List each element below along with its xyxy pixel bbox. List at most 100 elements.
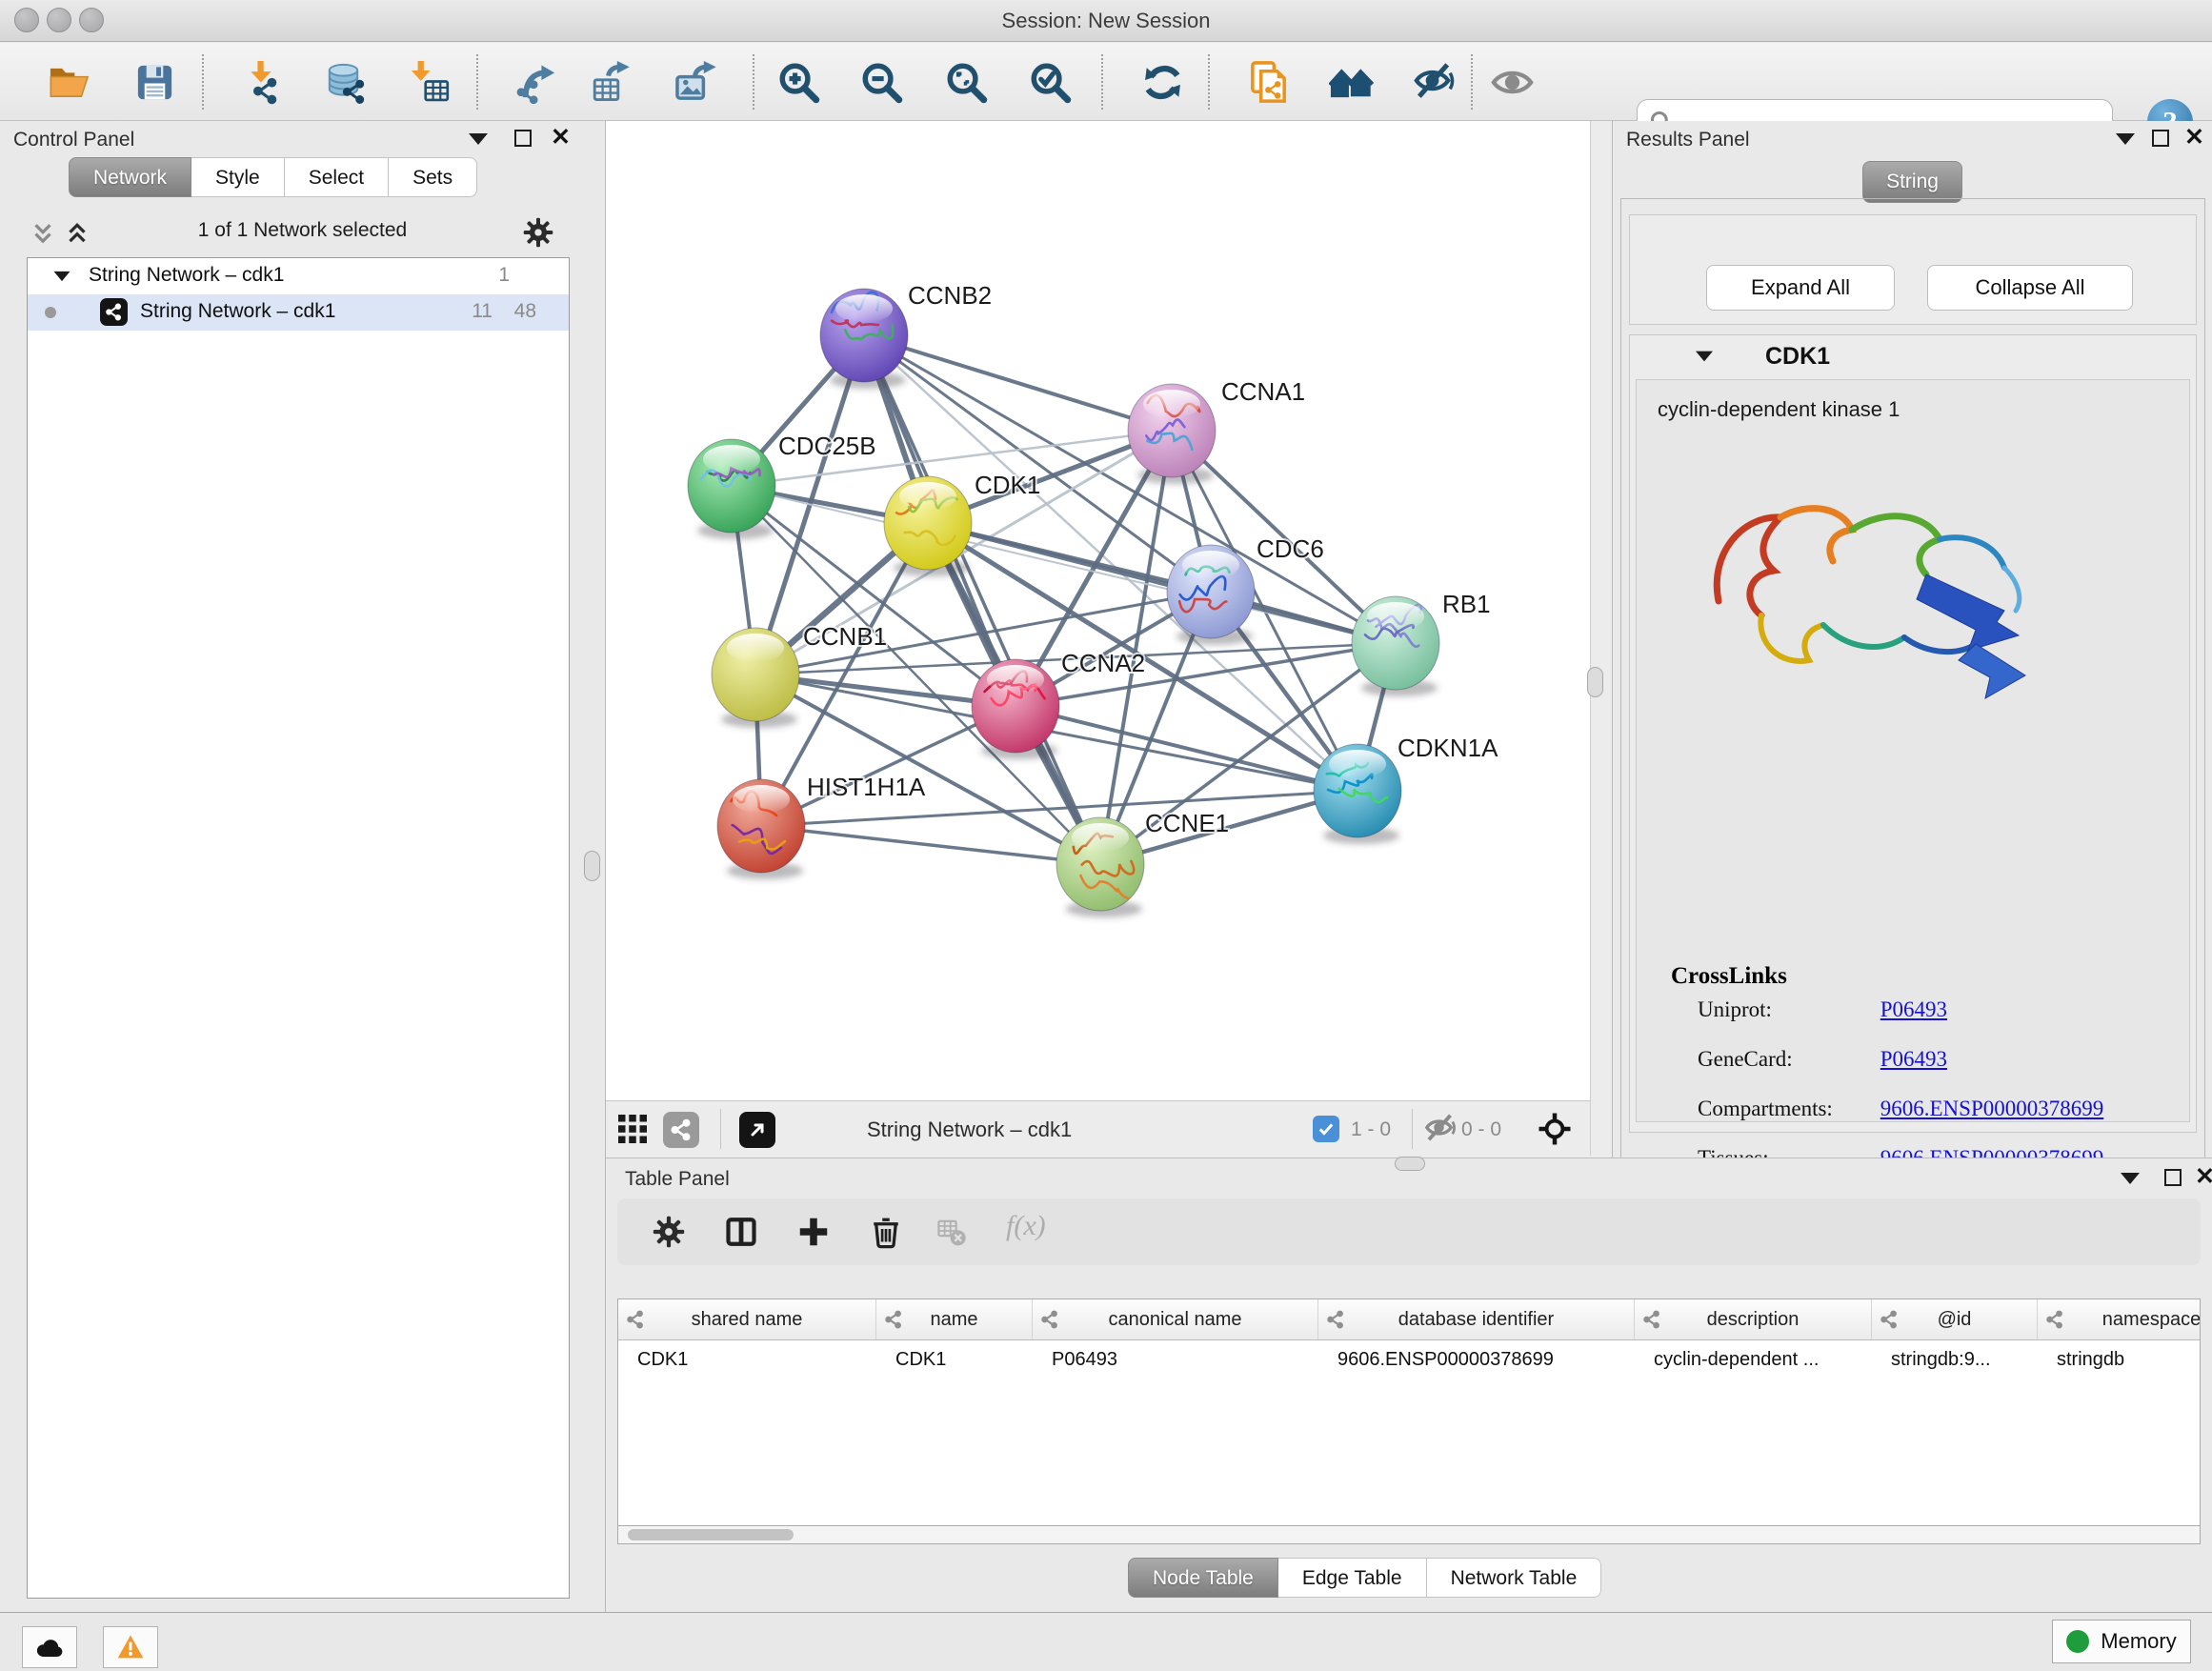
table-cell[interactable]: stringdb:9...	[1872, 1340, 2038, 1379]
panel-splitter-vertical[interactable]	[1590, 121, 1612, 1156]
birds-eye-view-icon[interactable]	[739, 1112, 775, 1148]
toolbar-separator	[1471, 54, 1473, 110]
gene-collapse-icon[interactable]	[1696, 352, 1713, 362]
memory-button[interactable]: Memory	[2052, 1620, 2191, 1663]
tab-string[interactable]: String	[1862, 161, 1962, 203]
network-row[interactable]: String Network – cdk1 11 48	[28, 294, 569, 331]
zoom-out-button[interactable]	[855, 55, 908, 109]
save-floppy-icon	[132, 60, 177, 105]
network-edge-HIST1H1A-CCNE1[interactable]	[761, 826, 1100, 864]
table-panel-title: Table Panel	[625, 1168, 730, 1191]
table-row[interactable]: CDK1CDK1P064939606.ENSP00000378699cyclin…	[618, 1340, 2200, 1379]
table-cell[interactable]: CDK1	[618, 1340, 876, 1379]
delete-column-icon[interactable]	[869, 1215, 903, 1249]
save-session-button[interactable]	[128, 55, 181, 109]
tab-style[interactable]: Style	[191, 157, 285, 197]
crosslink-compartments[interactable]: 9606.ENSP00000378699	[1880, 1097, 2104, 1120]
cloud-status-button[interactable]	[22, 1626, 77, 1668]
import-network-from-database-button[interactable]	[316, 55, 370, 109]
panel-menu-icon[interactable]	[2121, 1173, 2140, 1184]
show-graphics-details-button[interactable]	[1485, 55, 1538, 109]
collapse-all-button[interactable]: Collapse All	[1927, 265, 2133, 311]
column-header--id[interactable]: @id	[1872, 1299, 2038, 1339]
control-panel: Control Panel ✕ Network Style Select Set…	[0, 121, 606, 1612]
string-query-button[interactable]	[1324, 55, 1377, 109]
zoom-selected-button[interactable]	[1023, 55, 1076, 109]
close-panel-icon[interactable]: ✕	[2195, 1167, 2212, 1186]
refresh-view-button[interactable]	[1136, 55, 1189, 109]
open-session-button[interactable]	[42, 55, 95, 109]
gene-section-header[interactable]: CDK1	[1630, 335, 2196, 377]
import-network-from-file-button[interactable]	[235, 55, 289, 109]
table-cell[interactable]: CDK1	[876, 1340, 1033, 1379]
zoom-in-button[interactable]	[772, 55, 825, 109]
column-header-namespace[interactable]: namespace	[2038, 1299, 2201, 1339]
expand-all-button[interactable]: Expand All	[1706, 265, 1895, 311]
tab-edge-table[interactable]: Edge Table	[1278, 1558, 1427, 1598]
network-options-gear-icon[interactable]	[522, 216, 554, 253]
tab-network-table[interactable]: Network Table	[1427, 1558, 1602, 1598]
tab-node-table[interactable]: Node Table	[1128, 1558, 1278, 1598]
export-table-button[interactable]	[586, 55, 639, 109]
table-options-gear-icon[interactable]	[652, 1215, 686, 1249]
network-node-ccna1[interactable]	[1128, 384, 1216, 484]
network-canvas[interactable]: CCNB2CCNA1CDC25BCDK1CDC6RB1CCNB1CCNA2CDK…	[606, 121, 1590, 1100]
network-node-ccne1[interactable]	[1056, 817, 1144, 917]
float-panel-icon[interactable]	[2152, 130, 2169, 147]
network-share-icon[interactable]	[663, 1112, 699, 1148]
table-cell[interactable]: 9606.ENSP00000378699	[1318, 1340, 1635, 1379]
network-graph[interactable]: CCNB2CCNA1CDC25BCDK1CDC6RB1CCNB1CCNA2CDK…	[606, 121, 1590, 1100]
splitter-grip-right[interactable]	[1587, 667, 1603, 697]
tab-network[interactable]: Network	[69, 157, 191, 197]
tab-sets[interactable]: Sets	[389, 157, 477, 197]
panel-menu-icon[interactable]	[469, 133, 488, 145]
network-node-cdk1[interactable]	[884, 476, 972, 576]
column-header-name[interactable]: name	[876, 1299, 1033, 1339]
network-node-ccnb1[interactable]	[712, 628, 799, 728]
delete-table-icon-disabled	[936, 1218, 967, 1248]
fit-selected-crosshair-icon[interactable]	[1538, 1112, 1572, 1151]
export-network-button[interactable]	[510, 55, 563, 109]
crosslink-uniprot[interactable]: P06493	[1880, 997, 1947, 1021]
network-node-rb1[interactable]	[1352, 596, 1439, 696]
table-type-tabs: Node Table Edge Table Network Table	[1128, 1558, 1601, 1598]
column-header-description[interactable]: description	[1635, 1299, 1872, 1339]
collection-expand-icon[interactable]	[54, 272, 70, 281]
network-collection-row[interactable]: String Network – cdk1 1	[28, 258, 569, 294]
splitter-grip-horizontal[interactable]	[1395, 1157, 1425, 1171]
table-horizontal-scrollbar[interactable]	[617, 1525, 2201, 1544]
zoom-fit-button[interactable]	[939, 55, 993, 109]
network-node-cdc25b[interactable]	[688, 439, 775, 539]
column-header-shared-name[interactable]: shared name	[618, 1299, 876, 1339]
selected-checkbox[interactable]	[1313, 1116, 1339, 1142]
footer-separator	[1412, 1109, 1413, 1149]
show-columns-icon[interactable]	[724, 1215, 758, 1249]
view-grid-icon[interactable]	[615, 1112, 650, 1151]
network-edge-CCNB2-CCNA1[interactable]	[864, 335, 1172, 431]
table-cell[interactable]: cyclin-dependent ...	[1635, 1340, 1872, 1379]
close-panel-icon[interactable]: ✕	[551, 128, 571, 147]
table-cell[interactable]: stringdb	[2038, 1340, 2201, 1379]
crosslink-genecard[interactable]: P06493	[1880, 1047, 1947, 1071]
splitter-grip-left[interactable]	[584, 851, 600, 881]
network-node-cdkn1a[interactable]	[1314, 744, 1401, 844]
hide-unselected-button[interactable]	[1407, 55, 1460, 109]
network-from-clipboard-button[interactable]	[1241, 55, 1295, 109]
panel-menu-icon[interactable]	[2116, 133, 2135, 145]
warnings-button[interactable]	[103, 1626, 158, 1668]
selected-count: 1 - 0	[1351, 1112, 1391, 1148]
scrollbar-thumb[interactable]	[628, 1529, 794, 1540]
close-panel-icon[interactable]: ✕	[2184, 128, 2204, 147]
float-panel-icon[interactable]	[514, 130, 532, 147]
add-column-icon[interactable]	[796, 1215, 831, 1249]
network-node-hist1h1a[interactable]	[717, 779, 805, 879]
import-table-from-file-button[interactable]	[404, 55, 457, 109]
column-header-database-identifier[interactable]: database identifier	[1318, 1299, 1635, 1339]
collection-count: 1	[498, 264, 510, 287]
float-panel-icon[interactable]	[2164, 1169, 2182, 1186]
column-header-canonical-name[interactable]: canonical name	[1033, 1299, 1318, 1339]
collection-label: String Network – cdk1	[89, 264, 284, 287]
tab-select[interactable]: Select	[285, 157, 389, 197]
export-image-button[interactable]	[671, 55, 724, 109]
table-cell[interactable]: P06493	[1033, 1340, 1318, 1379]
